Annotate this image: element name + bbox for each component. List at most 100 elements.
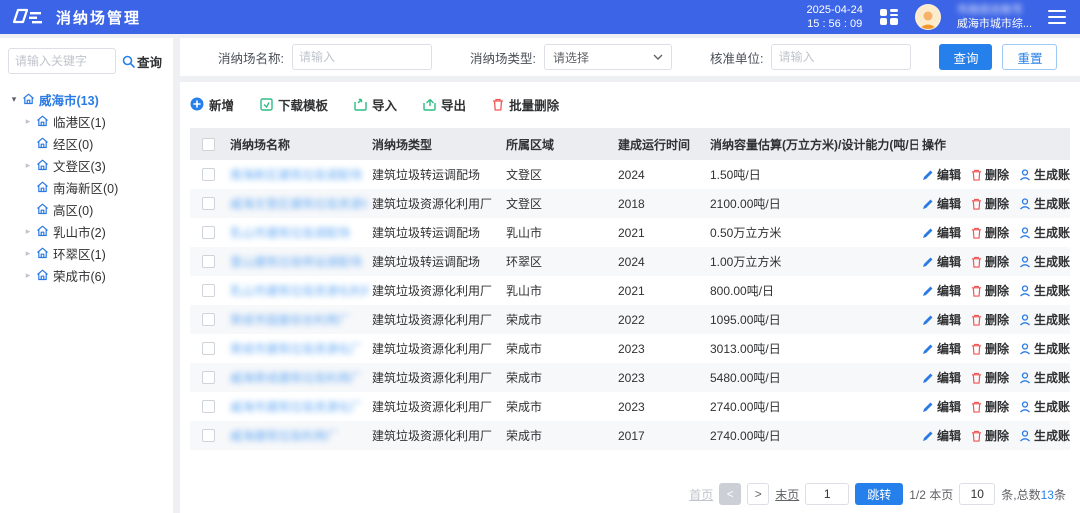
user-icon: [1019, 169, 1031, 181]
row-checkbox[interactable]: [202, 168, 215, 181]
row-checkbox[interactable]: [202, 255, 215, 268]
caret-icon[interactable]: ▸: [22, 226, 34, 237]
edit-button[interactable]: 编辑: [922, 427, 961, 444]
generate-account-button[interactable]: 生成账号: [1019, 282, 1070, 299]
site-name-link[interactable]: 威海荣成建筑垃圾利用厂: [226, 369, 368, 386]
tree-item[interactable]: 高区(0): [8, 198, 165, 220]
edit-button[interactable]: 编辑: [922, 253, 961, 270]
row-checkbox[interactable]: [202, 429, 215, 442]
select-all-checkbox[interactable]: [202, 138, 215, 151]
delete-button[interactable]: 删除: [971, 311, 1009, 328]
delete-button[interactable]: 删除: [971, 340, 1009, 357]
type-filter-select[interactable]: 请选择: [544, 44, 672, 70]
tree-search-button[interactable]: 查询: [122, 52, 162, 71]
last-page-link[interactable]: 末页: [775, 486, 799, 503]
delete-button[interactable]: 删除: [971, 427, 1009, 444]
caret-icon[interactable]: ▾: [8, 94, 20, 105]
generate-account-button[interactable]: 生成账号: [1019, 253, 1070, 270]
tree-item[interactable]: ▸ 文登区(3): [8, 154, 165, 176]
user-icon: [1019, 227, 1031, 239]
keyword-input[interactable]: [8, 48, 116, 74]
name-filter-input[interactable]: [292, 44, 432, 70]
edit-button[interactable]: 编辑: [922, 166, 961, 183]
edit-button[interactable]: 编辑: [922, 195, 961, 212]
row-checkbox[interactable]: [202, 313, 215, 326]
generate-account-button[interactable]: 生成账号: [1019, 340, 1070, 357]
tree-item[interactable]: ▸ 临港区(1): [8, 110, 165, 132]
unit-filter-input[interactable]: [771, 44, 911, 70]
download-template-button[interactable]: 下载模板: [260, 95, 328, 114]
tree-item[interactable]: ▸ 环翠区(1): [8, 242, 165, 264]
page-number-input[interactable]: [805, 483, 849, 505]
first-page-link[interactable]: 首页: [689, 486, 713, 503]
edit-button[interactable]: 编辑: [922, 398, 961, 415]
apps-grid-icon[interactable]: [879, 7, 899, 27]
edit-button[interactable]: 编辑: [922, 282, 961, 299]
add-button[interactable]: 新增: [190, 95, 234, 114]
site-name-link[interactable]: 威海市建筑垃圾资源化厂: [226, 398, 368, 415]
tree-item[interactable]: ▸ 荣成市(6): [8, 264, 165, 286]
site-name-link[interactable]: 威海文登区建筑垃圾资源化厂: [226, 195, 368, 212]
site-name-link[interactable]: 乳山市建筑垃圾资源化利用厂: [226, 282, 368, 299]
delete-button[interactable]: 删除: [971, 369, 1009, 386]
reset-button[interactable]: 重置: [1002, 44, 1057, 70]
caret-icon[interactable]: ▸: [22, 116, 34, 127]
tree-item[interactable]: ▾ 威海市(13): [8, 88, 165, 110]
prev-page-button[interactable]: <: [719, 483, 741, 505]
trash-icon: [971, 343, 982, 355]
delete-button[interactable]: 删除: [971, 253, 1009, 270]
row-checkbox[interactable]: [202, 197, 215, 210]
site-capacity: 1095.00吨/日: [706, 311, 918, 328]
row-checkbox[interactable]: [202, 342, 215, 355]
page-title: 消纳场管理: [56, 7, 141, 28]
import-button[interactable]: 导入: [354, 95, 397, 114]
page-size-input[interactable]: [959, 483, 995, 505]
tree-item[interactable]: ▸ 乳山市(2): [8, 220, 165, 242]
delete-button[interactable]: 删除: [971, 224, 1009, 241]
caret-icon[interactable]: ▸: [22, 270, 34, 281]
avatar[interactable]: [915, 4, 941, 30]
caret-icon[interactable]: ▸: [22, 160, 34, 171]
site-name-link[interactable]: 乳山市建筑垃圾调配场: [226, 224, 368, 241]
edit-button[interactable]: 编辑: [922, 224, 961, 241]
trash-icon: [971, 227, 982, 239]
user-icon: [1019, 401, 1031, 413]
site-name-link[interactable]: 荣成市固废综合利用厂: [226, 311, 368, 328]
jump-button[interactable]: 跳转: [855, 483, 903, 505]
export-button[interactable]: 导出: [423, 95, 466, 114]
generate-account-button[interactable]: 生成账号: [1019, 195, 1070, 212]
next-page-button[interactable]: >: [747, 483, 769, 505]
tree-item[interactable]: 经区(0): [8, 132, 165, 154]
delete-button[interactable]: 删除: [971, 195, 1009, 212]
generate-account-button[interactable]: 生成账号: [1019, 311, 1070, 328]
site-type: 建筑垃圾资源化利用厂: [368, 398, 502, 415]
site-name-link[interactable]: 南海新区建筑垃圾调配场: [226, 166, 368, 183]
row-checkbox[interactable]: [202, 400, 215, 413]
user-info[interactable]: 市政综合账号 威海市城市综...: [957, 3, 1032, 31]
edit-button[interactable]: 编辑: [922, 340, 961, 357]
row-checkbox[interactable]: [202, 226, 215, 239]
generate-account-button[interactable]: 生成账号: [1019, 166, 1070, 183]
delete-button[interactable]: 删除: [971, 398, 1009, 415]
user-name: 市政综合账号: [957, 3, 1032, 17]
menu-icon[interactable]: [1048, 10, 1066, 24]
edit-button[interactable]: 编辑: [922, 369, 961, 386]
generate-account-button[interactable]: 生成账号: [1019, 427, 1070, 444]
house-icon: [22, 93, 35, 105]
generate-account-button[interactable]: 生成账号: [1019, 224, 1070, 241]
edit-button[interactable]: 编辑: [922, 311, 961, 328]
batch-delete-button[interactable]: 批量删除: [492, 95, 559, 114]
delete-button[interactable]: 删除: [971, 282, 1009, 299]
search-button[interactable]: 查询: [939, 44, 992, 70]
site-name-link[interactable]: 威海建筑垃圾利用厂: [226, 427, 368, 444]
user-icon: [1019, 372, 1031, 384]
generate-account-button[interactable]: 生成账号: [1019, 398, 1070, 415]
row-checkbox[interactable]: [202, 284, 215, 297]
generate-account-button[interactable]: 生成账号: [1019, 369, 1070, 386]
site-name-link[interactable]: 荣成市建筑垃圾资源化厂: [226, 340, 368, 357]
tree-item[interactable]: 南海新区(0): [8, 176, 165, 198]
row-checkbox[interactable]: [202, 371, 215, 384]
delete-button[interactable]: 删除: [971, 166, 1009, 183]
caret-icon[interactable]: ▸: [22, 248, 34, 259]
site-name-link[interactable]: 里山建筑垃圾转运调配场: [226, 253, 368, 270]
